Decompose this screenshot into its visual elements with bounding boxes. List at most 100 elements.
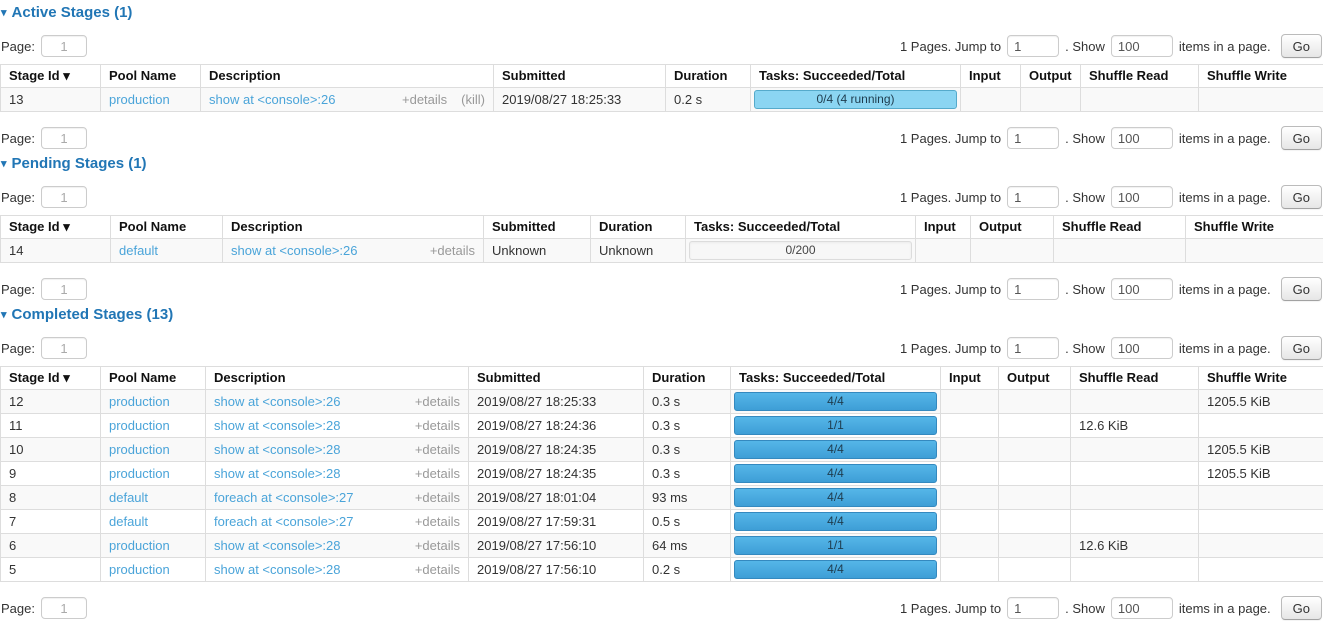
- pool-name-link[interactable]: default: [109, 514, 148, 529]
- column-header-submitted[interactable]: Submitted: [484, 216, 591, 239]
- description-link[interactable]: foreach at <console>:27: [214, 491, 354, 505]
- section-header[interactable]: ▾Pending Stages (1): [1, 156, 1323, 173]
- column-header-stage-id[interactable]: Stage Id ▾: [1, 216, 111, 239]
- items-per-page-input[interactable]: [1111, 337, 1173, 359]
- pool-name-link[interactable]: production: [109, 394, 170, 409]
- page-number-input[interactable]: [41, 127, 87, 149]
- go-button[interactable]: Go: [1281, 185, 1322, 209]
- details-toggle-link[interactable]: +details: [415, 539, 460, 553]
- page-number-input[interactable]: [41, 597, 87, 619]
- jump-to-page-input[interactable]: [1007, 337, 1059, 359]
- description-link[interactable]: show at <console>:26: [209, 93, 335, 107]
- page-number-input[interactable]: [41, 337, 87, 359]
- description-link[interactable]: show at <console>:28: [214, 419, 340, 433]
- column-header-shuffle-read[interactable]: Shuffle Read: [1054, 216, 1186, 239]
- column-header-pool-name[interactable]: Pool Name: [101, 367, 206, 390]
- column-header-description[interactable]: Description: [206, 367, 469, 390]
- column-header-shuffle-read[interactable]: Shuffle Read: [1081, 65, 1199, 88]
- column-header-shuffle-write[interactable]: Shuffle Write: [1186, 216, 1323, 239]
- go-button[interactable]: Go: [1281, 277, 1322, 301]
- shuffle-read-cell: [1071, 390, 1199, 414]
- page-number-input[interactable]: [41, 186, 87, 208]
- description-link[interactable]: show at <console>:28: [214, 539, 340, 553]
- pool-name-link[interactable]: production: [109, 562, 170, 577]
- column-header-pool-name[interactable]: Pool Name: [101, 65, 201, 88]
- jump-to-page-input[interactable]: [1007, 597, 1059, 619]
- items-per-page-input[interactable]: [1111, 35, 1173, 57]
- go-button[interactable]: Go: [1281, 34, 1322, 58]
- column-header-description[interactable]: Description: [201, 65, 494, 88]
- details-toggle-link[interactable]: +details: [415, 515, 460, 529]
- jump-to-page-input[interactable]: [1007, 278, 1059, 300]
- items-per-page-input[interactable]: [1111, 127, 1173, 149]
- page-number-input[interactable]: [41, 278, 87, 300]
- details-toggle-link[interactable]: +details: [415, 467, 460, 481]
- items-per-page-input[interactable]: [1111, 597, 1173, 619]
- kill-stage-link[interactable]: (kill): [461, 93, 485, 107]
- details-toggle-link[interactable]: +details: [430, 244, 475, 258]
- pool-name-link[interactable]: production: [109, 92, 170, 107]
- column-header-shuffle-write[interactable]: Shuffle Write: [1199, 65, 1323, 88]
- column-header-tasks[interactable]: Tasks: Succeeded/Total: [751, 65, 961, 88]
- column-header-input[interactable]: Input: [916, 216, 971, 239]
- column-header-duration[interactable]: Duration: [591, 216, 686, 239]
- column-header-output[interactable]: Output: [1021, 65, 1081, 88]
- column-header-stage-id[interactable]: Stage Id ▾: [1, 367, 101, 390]
- details-toggle-link[interactable]: +details: [415, 395, 460, 409]
- column-header-tasks[interactable]: Tasks: Succeeded/Total: [686, 216, 916, 239]
- description-link[interactable]: foreach at <console>:27: [214, 515, 354, 529]
- column-header-submitted[interactable]: Submitted: [469, 367, 644, 390]
- pool-name-link[interactable]: default: [109, 490, 148, 505]
- column-header-shuffle-write[interactable]: Shuffle Write: [1199, 367, 1323, 390]
- description-link[interactable]: show at <console>:26: [214, 395, 340, 409]
- pool-name-link[interactable]: production: [109, 418, 170, 433]
- column-header-duration[interactable]: Duration: [644, 367, 731, 390]
- section-header[interactable]: ▾Active Stages (1): [1, 5, 1323, 22]
- column-header-label: Description: [214, 370, 286, 385]
- pool-name-link[interactable]: production: [109, 442, 170, 457]
- column-header-label: Pool Name: [109, 68, 176, 83]
- details-toggle-link[interactable]: +details: [402, 93, 447, 107]
- description-link[interactable]: show at <console>:28: [214, 563, 340, 577]
- description-link[interactable]: show at <console>:28: [214, 467, 340, 481]
- go-button[interactable]: Go: [1281, 336, 1322, 360]
- pool-name-link[interactable]: production: [109, 466, 170, 481]
- items-per-page-input[interactable]: [1111, 186, 1173, 208]
- jump-to-page-input[interactable]: [1007, 186, 1059, 208]
- jump-to-page-input[interactable]: [1007, 127, 1059, 149]
- pool-name-link[interactable]: production: [109, 538, 170, 553]
- details-toggle-link[interactable]: +details: [415, 443, 460, 457]
- description-link[interactable]: show at <console>:26: [231, 244, 357, 258]
- column-header-stage-id[interactable]: Stage Id ▾: [1, 65, 101, 88]
- column-header-input[interactable]: Input: [961, 65, 1021, 88]
- items-per-page-input[interactable]: [1111, 278, 1173, 300]
- column-header-tasks[interactable]: Tasks: Succeeded/Total: [731, 367, 941, 390]
- column-header-duration[interactable]: Duration: [666, 65, 751, 88]
- column-header-description[interactable]: Description: [223, 216, 484, 239]
- column-header-input[interactable]: Input: [941, 367, 999, 390]
- pool-name-link[interactable]: default: [119, 243, 158, 258]
- duration-cell: 64 ms: [644, 534, 731, 558]
- column-header-output[interactable]: Output: [971, 216, 1054, 239]
- output-cell: [999, 414, 1071, 438]
- table-header-row: Stage Id ▾ Pool Name DescriptionSubmittedD…: [1, 65, 1323, 88]
- details-toggle-link[interactable]: +details: [415, 491, 460, 505]
- column-header-output[interactable]: Output: [999, 367, 1071, 390]
- go-button[interactable]: Go: [1281, 596, 1322, 620]
- section-header[interactable]: ▾Completed Stages (13): [1, 307, 1323, 324]
- jump-to-page-input[interactable]: [1007, 35, 1059, 57]
- shuffle-write-cell: 1205.5 KiB: [1199, 462, 1323, 486]
- shuffle-read-cell: [1081, 88, 1199, 112]
- duration-cell: 93 ms: [644, 486, 731, 510]
- details-toggle-link[interactable]: +details: [415, 419, 460, 433]
- column-header-shuffle-read[interactable]: Shuffle Read: [1071, 367, 1199, 390]
- details-toggle-link[interactable]: +details: [415, 563, 460, 577]
- shuffle-write-cell: [1186, 239, 1323, 263]
- tasks-progress-bar: 1/1: [734, 536, 937, 555]
- table-row: 13productionshow at <console>:26+details…: [1, 88, 1323, 112]
- description-link[interactable]: show at <console>:28: [214, 443, 340, 457]
- column-header-pool-name[interactable]: Pool Name: [111, 216, 223, 239]
- page-number-input[interactable]: [41, 35, 87, 57]
- column-header-submitted[interactable]: Submitted: [494, 65, 666, 88]
- go-button[interactable]: Go: [1281, 126, 1322, 150]
